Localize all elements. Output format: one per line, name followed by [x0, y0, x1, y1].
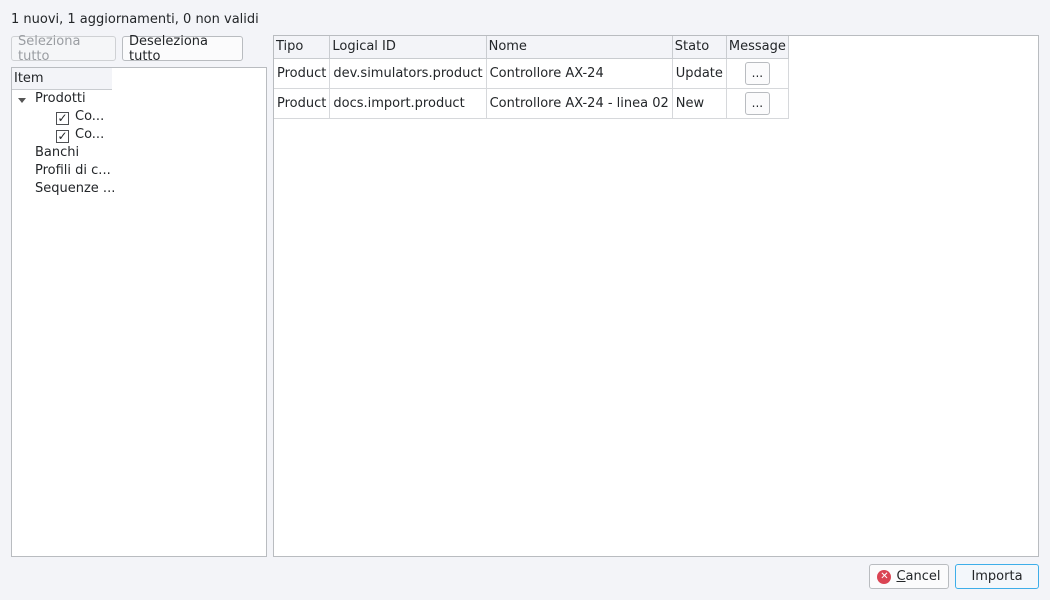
- column-header-message[interactable]: Message: [726, 36, 789, 59]
- cell-stato: New: [672, 88, 727, 119]
- cell-nome: Controllore AX-24 - linea 02: [486, 88, 673, 119]
- items-table[interactable]: Tipo Logical ID Nome Stato Message Produ…: [273, 35, 1039, 557]
- cell-stato: Update: [672, 58, 727, 89]
- cancel-label: Cancel: [896, 569, 940, 584]
- tree-item-profili[interactable]: Profili di c...: [35, 162, 111, 180]
- x-circle-icon: ✕: [877, 569, 892, 584]
- checkbox-checked-icon[interactable]: ✓: [56, 130, 69, 143]
- cell-nome: Controllore AX-24: [486, 58, 673, 89]
- cell-message: ...: [726, 58, 789, 89]
- checkbox-checked-icon[interactable]: ✓: [56, 112, 69, 125]
- tree-item-label: Co...: [75, 127, 105, 142]
- message-details-button[interactable]: ...: [744, 91, 770, 115]
- table-row[interactable]: Product dev.simulators.product Controllo…: [274, 58, 789, 89]
- cell-tipo: Product: [274, 58, 331, 89]
- tree-item-product-2[interactable]: ✓ Co...: [56, 126, 104, 144]
- tree-header-item[interactable]: Item: [12, 68, 112, 90]
- column-header-nome[interactable]: Nome: [486, 36, 673, 59]
- import-button[interactable]: Importa: [955, 564, 1039, 589]
- message-details-button[interactable]: ...: [744, 61, 770, 85]
- import-summary: 1 nuovi, 1 aggiornamenti, 0 non validi: [11, 12, 259, 27]
- cell-logical-id: dev.simulators.product: [329, 58, 487, 89]
- expand-arrow-icon[interactable]: [18, 98, 26, 103]
- column-header-logical-id[interactable]: Logical ID: [329, 36, 487, 59]
- cell-tipo: Product: [274, 88, 331, 119]
- tree-item-prodotti[interactable]: Prodotti: [35, 90, 86, 108]
- select-all-button[interactable]: Seleziona tutto: [11, 34, 116, 64]
- tree-item-product-1[interactable]: ✓ Co...: [56, 108, 104, 126]
- deselect-all-button[interactable]: Deseleziona tutto: [122, 34, 243, 64]
- tree-item-sequenze[interactable]: Sequenze ...: [35, 180, 115, 198]
- item-tree[interactable]: Item Prodotti ✓ Co... ✓ Co... Banchi Profi…: [11, 67, 267, 557]
- cancel-button[interactable]: ✕ Cancel: [869, 564, 949, 589]
- tree-item-banchi[interactable]: Banchi: [35, 144, 79, 162]
- cell-logical-id: docs.import.product: [329, 88, 487, 119]
- cancel-mnemonic: C: [896, 569, 906, 584]
- cancel-label-rest: ancel: [905, 569, 941, 584]
- cell-message: ...: [726, 88, 789, 119]
- column-header-stato[interactable]: Stato: [672, 36, 727, 59]
- column-header-tipo[interactable]: Tipo: [274, 36, 331, 59]
- table-row[interactable]: Product docs.import.product Controllore …: [274, 88, 789, 119]
- table-header-row: Tipo Logical ID Nome Stato Message: [274, 36, 789, 59]
- tree-item-label: Co...: [75, 109, 105, 124]
